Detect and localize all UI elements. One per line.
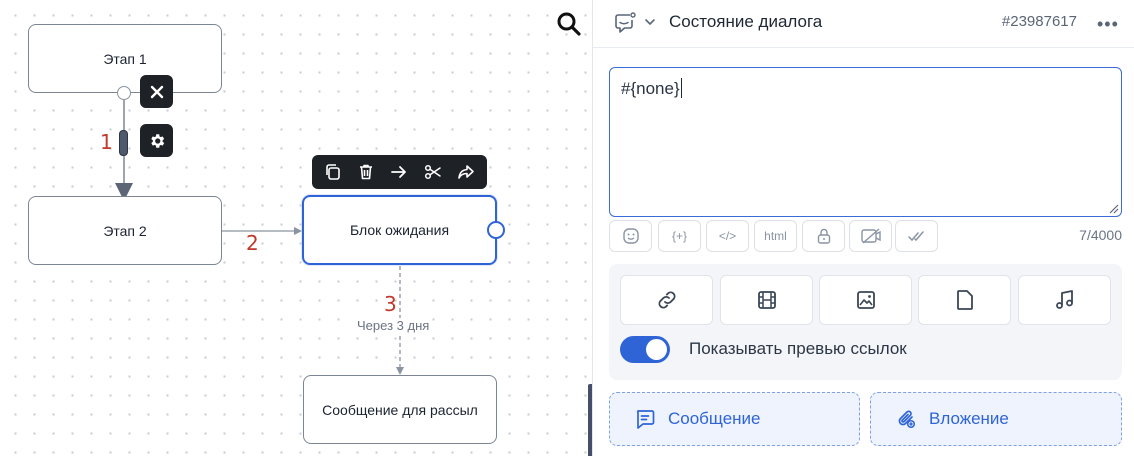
attach-video-button[interactable]: [720, 275, 813, 325]
message-editor-value: #{none}: [621, 79, 680, 98]
add-attachment-button[interactable]: Вложение: [870, 392, 1122, 446]
add-message-button[interactable]: Сообщение: [609, 392, 860, 446]
node-wait-block[interactable]: Блок ожидания: [302, 195, 497, 265]
emoji-button[interactable]: [609, 220, 652, 252]
delete-edge-button[interactable]: [140, 75, 173, 108]
copy-icon: [325, 164, 340, 180]
edge-1-label: 1: [100, 130, 113, 154]
node-wait-block-label: Блок ожидания: [349, 222, 450, 238]
image-icon: [856, 291, 875, 309]
search-icon[interactable]: [555, 10, 583, 38]
read-receipt-button[interactable]: [895, 220, 938, 252]
resize-grip-icon[interactable]: [1109, 204, 1119, 214]
link-preview-label: Показывать превью ссылок: [689, 339, 907, 358]
edge-drag-handle[interactable]: [119, 130, 128, 156]
audio-icon: [1055, 290, 1073, 309]
more-options-icon[interactable]: •••: [1097, 14, 1123, 34]
edge-3-label: 3: [384, 292, 397, 316]
attach-image-button[interactable]: [819, 275, 912, 325]
html-button[interactable]: html: [754, 220, 797, 252]
format-toolbar: {+} </> html 7/4000: [609, 220, 1122, 252]
panel-title: Состояние диалога: [669, 12, 823, 31]
character-counter: 7/4000: [1079, 227, 1122, 243]
flow-canvas[interactable]: Этап 1 1 Этап 2 2 Блок ожидания 3 Через …: [0, 0, 592, 456]
link-icon: [658, 291, 675, 309]
node-stage-2[interactable]: Этап 2: [28, 196, 222, 265]
variable-button-label: {+}: [671, 229, 688, 243]
edge-settings-button[interactable]: [140, 124, 173, 157]
node-stage-1-label: Этап 1: [103, 50, 147, 67]
file-icon: [956, 290, 973, 310]
arrow-right-icon: [391, 166, 407, 178]
variable-button[interactable]: {+}: [658, 220, 701, 252]
code-button-label: </>: [718, 229, 737, 243]
edge-3-delay-label: Через 3 дня: [355, 318, 432, 333]
message-editor[interactable]: #{none}: [609, 67, 1122, 217]
trash-icon: [360, 164, 373, 180]
delete-node-button[interactable]: [352, 158, 380, 186]
emoji-icon: [622, 228, 639, 244]
video-icon: [757, 291, 776, 309]
node-stage-1[interactable]: Этап 1: [28, 24, 222, 93]
link-preview-toggle[interactable]: [620, 336, 670, 363]
panel-header: Состояние диалога #23987617 •••: [593, 0, 1134, 48]
html-button-label: html: [764, 229, 787, 243]
add-message-label: Сообщение: [668, 409, 761, 428]
node-stage-1-output-port[interactable]: [117, 86, 131, 100]
edge-3-arrow: [396, 367, 404, 375]
copy-node-button[interactable]: [319, 158, 347, 186]
dialog-id: #23987617: [1001, 13, 1077, 30]
chat-bubble-icon[interactable]: [613, 11, 637, 35]
forward-icon: [458, 165, 475, 179]
node-toolbar: [312, 155, 487, 189]
disable-preview-button[interactable]: [849, 220, 892, 252]
add-attachment-label: Вложение: [929, 409, 1009, 428]
edge-2-label: 2: [246, 231, 259, 255]
node-stage-2-label: Этап 2: [103, 222, 147, 239]
move-node-button[interactable]: [385, 158, 413, 186]
dialog-state-panel: Состояние диалога #23987617 ••• #{none} …: [592, 0, 1134, 456]
message-icon: [634, 408, 656, 430]
node-wait-block-output-port[interactable]: [487, 221, 505, 239]
gear-icon: [150, 133, 164, 148]
chevron-down-icon[interactable]: [643, 15, 657, 29]
attachments-section: Показывать превью ссылок: [609, 264, 1122, 380]
node-broadcast-message[interactable]: Сообщение для рассыл: [303, 375, 497, 444]
close-icon: [150, 85, 163, 98]
no-preview-icon: [860, 228, 881, 244]
scissors-icon: [424, 164, 441, 180]
node-broadcast-message-label: Сообщение для рассыл: [322, 401, 478, 418]
attach-audio-button[interactable]: [1018, 275, 1111, 325]
text-caret: [680, 78, 683, 98]
forward-node-button[interactable]: [452, 158, 480, 186]
double-check-icon: [907, 231, 924, 242]
attach-link-button[interactable]: [620, 275, 713, 325]
code-button[interactable]: </>: [706, 220, 749, 252]
cut-node-button[interactable]: [419, 158, 447, 186]
paperclip-icon: [895, 408, 917, 430]
lock-button[interactable]: [802, 220, 845, 252]
attach-file-button[interactable]: [918, 275, 1011, 325]
lock-icon: [817, 228, 830, 244]
edge-2-arrow: [294, 227, 302, 235]
